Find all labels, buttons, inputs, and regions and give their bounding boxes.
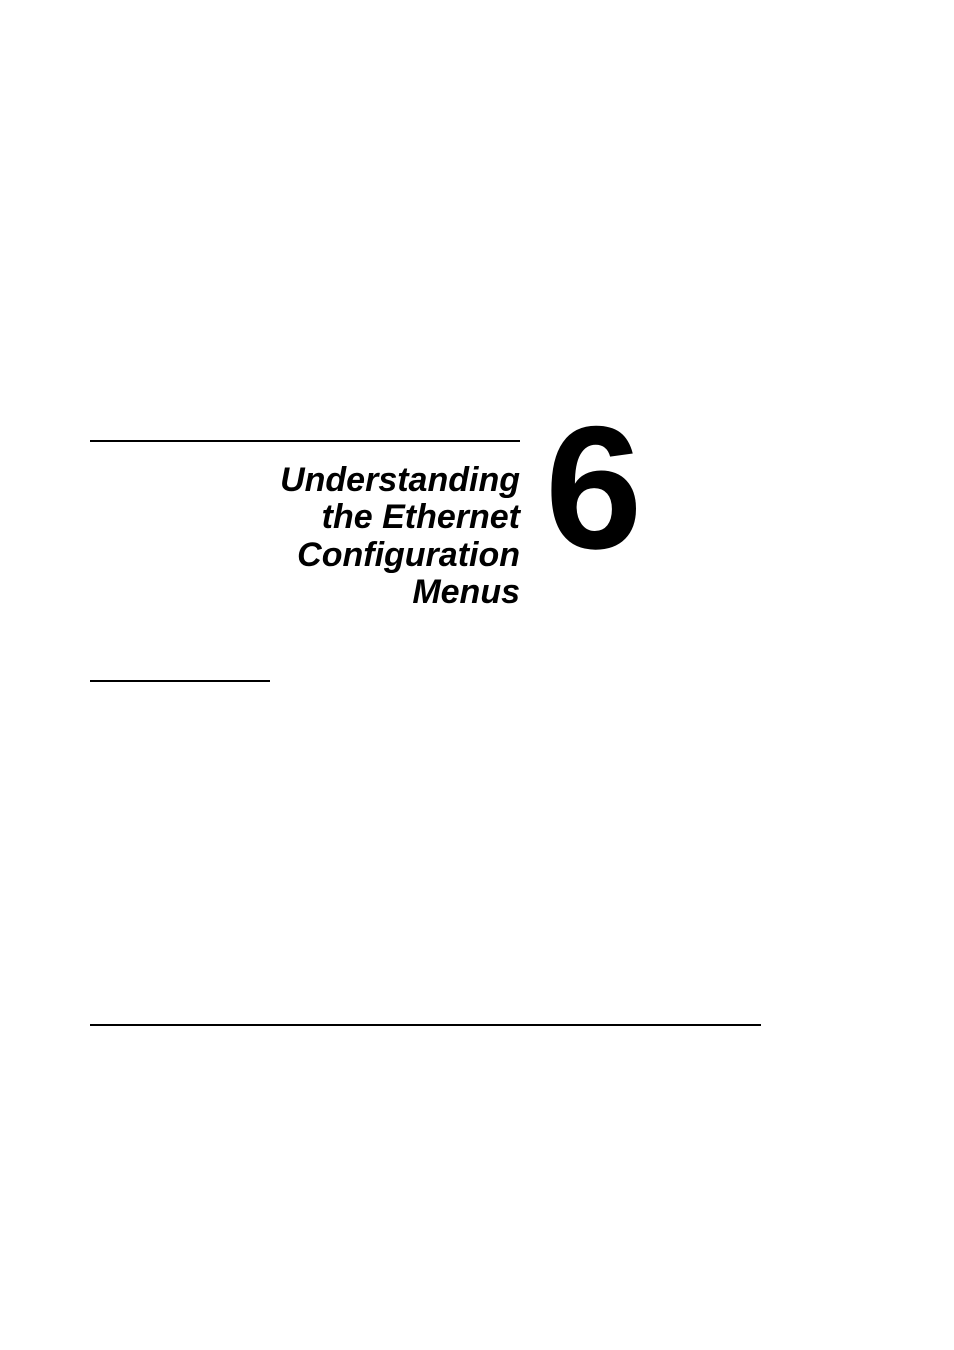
- title-line-3: Configuration: [297, 536, 520, 574]
- footer-rule: [90, 1024, 761, 1026]
- title-line-4: Menus: [412, 573, 520, 611]
- title-line-2: the Ethernet: [322, 498, 520, 536]
- title-line-1: Understanding: [280, 461, 520, 499]
- chapter-number: 6: [545, 388, 638, 589]
- top-rule: [90, 440, 520, 442]
- chapter-title: Understanding the Ethernet Configuration…: [90, 462, 520, 612]
- bottom-rule-short: [90, 680, 270, 682]
